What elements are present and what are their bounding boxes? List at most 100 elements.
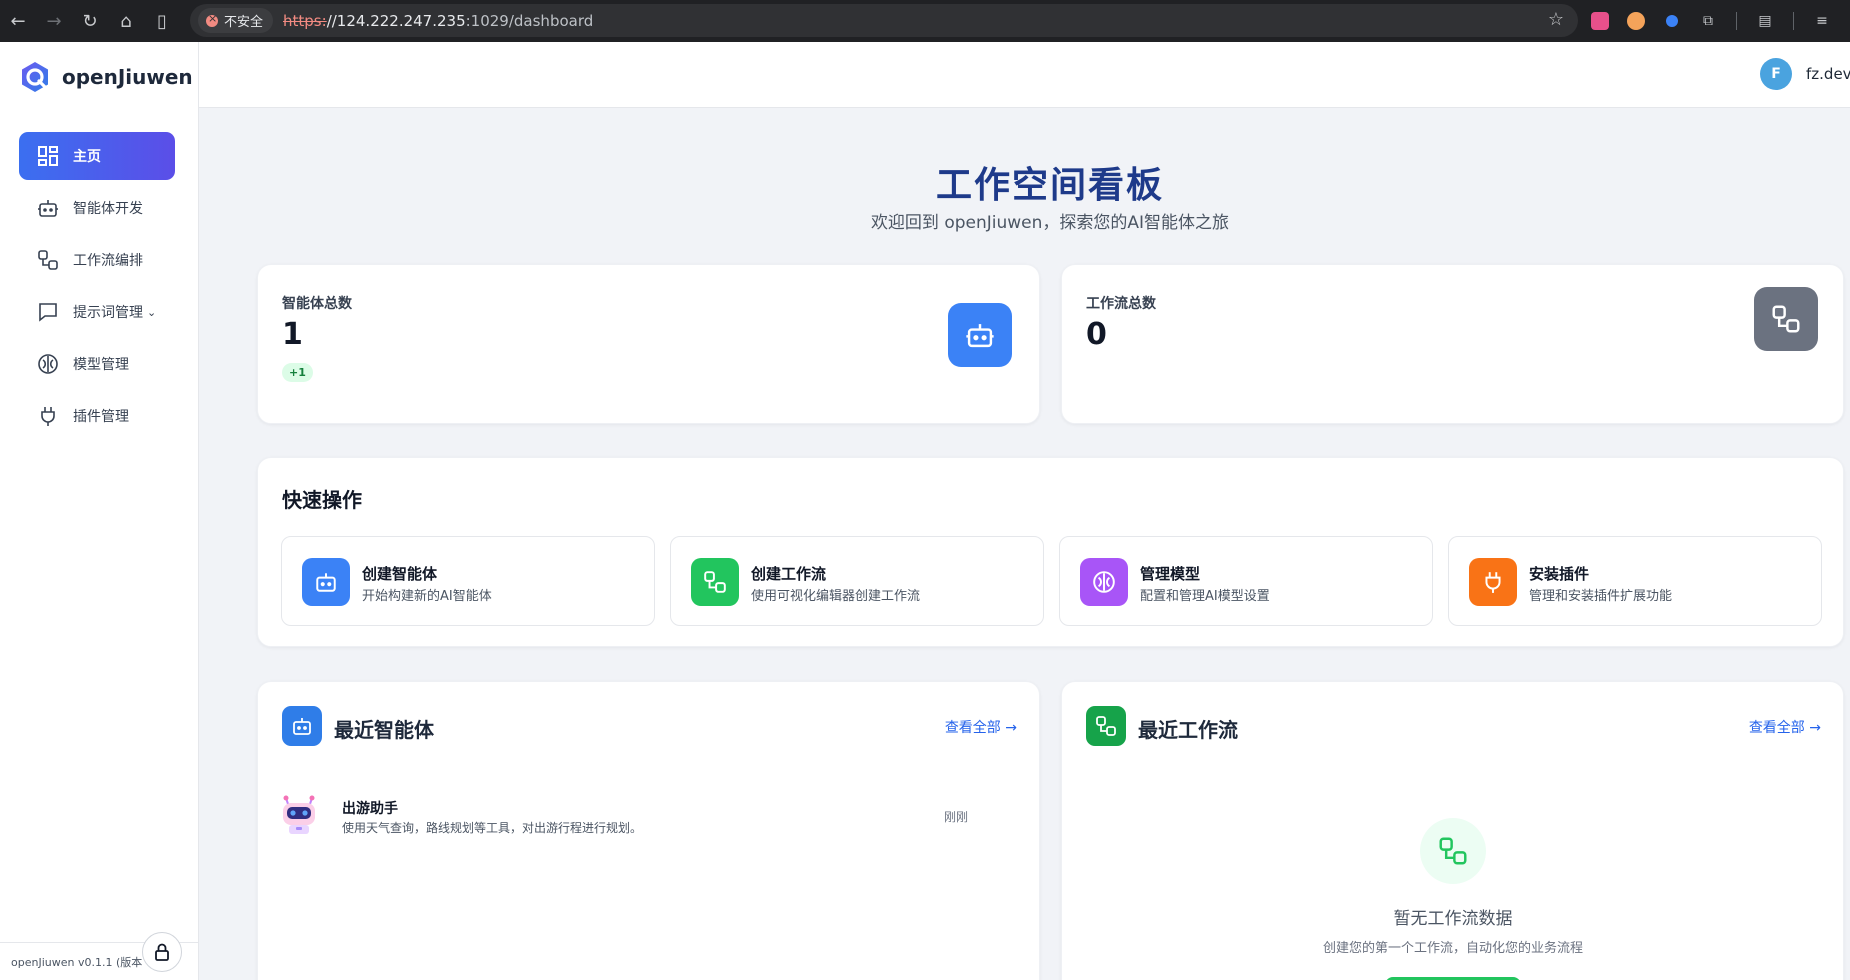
sidebar-item-models[interactable]: 模型管理 [19,340,175,388]
agent-description: 使用天气查询，路线规划等工具，对出游行程进行规划。 [342,821,643,835]
plug-icon [1469,558,1517,606]
openjiuwen-logo-icon [22,62,48,92]
install-plugin-action[interactable]: 安装插件 管理和安装插件扩展功能 [1448,536,1822,626]
section-title: 快速操作 [282,488,362,512]
reload-icon[interactable]: ↻ [72,3,108,39]
message-icon [35,299,61,325]
action-title: 安装插件 [1529,565,1590,583]
username[interactable]: fz.dev [1806,65,1850,83]
bookmark-star-icon[interactable]: ☆ [1548,9,1564,30]
sidebar-item-prompts[interactable]: 提示词管理 ⌄ [19,288,175,336]
sidebar-item-home[interactable]: 主页 [19,132,175,180]
workflow-icon [691,558,739,606]
menu-icon[interactable]: ≡ [1808,7,1836,35]
view-all-workflows-link[interactable]: 查看全部 → [1749,717,1821,737]
sidebar-item-label: 模型管理 [73,357,129,373]
fox-extension-icon[interactable] [1622,7,1650,35]
action-title: 创建工作流 [751,565,827,583]
reading-list-icon[interactable]: ▤ [1751,7,1779,35]
stat-value: 1 [282,317,303,352]
page-title: 工作空间看板 [935,165,1164,206]
robot-icon [302,558,350,606]
robot-icon [35,195,61,221]
url-path: :1029/dashboard [465,11,594,30]
lock-button[interactable] [142,932,182,972]
sidebar-item-agent-dev[interactable]: 智能体开发 [19,184,175,232]
agent-count-card: 智能体总数 1 +1 [257,264,1040,424]
split-view-icon[interactable]: ▯ [144,3,180,39]
version-text: openJiuwen v0.1.1 (版本 [11,955,143,969]
extensions-area: ⧉ ▤ ≡ [1586,0,1836,42]
back-arrow-icon[interactable]: ← [0,3,36,39]
create-agent-action[interactable]: 创建智能体 开始构建新的AI智能体 [281,536,655,626]
manage-models-action[interactable]: 管理模型 配置和管理AI模型设置 [1059,536,1433,626]
toolbar-divider [1736,12,1737,30]
sidebar-item-label: 工作流编排 [73,253,143,269]
action-description: 管理和安装插件扩展功能 [1529,589,1673,604]
page-subtitle: 欢迎回到 openJiuwen，探索您的AI智能体之旅 [870,213,1230,233]
workflow-count-card: 工作流总数 0 [1061,264,1844,424]
url-host: //124.222.247.235 [326,11,466,30]
agent-name: 出游助手 [342,801,398,817]
quick-actions-card: 快速操作 创建智能体 开始构建新的AI智能体 创建工作流 使用可视化编辑器创建工… [257,457,1844,647]
sidebar-item-label: 智能体开发 [73,201,143,217]
forward-arrow-icon[interactable]: → [36,3,72,39]
stat-value: 0 [1086,317,1107,352]
action-description: 配置和管理AI模型设置 [1140,589,1270,604]
browser-toolbar: ← → ↻ ⌂ ▯ 不安全 https://124.222.247.235:10… [0,0,1850,42]
workflow-icon [35,247,61,273]
create-workflow-action[interactable]: 创建工作流 使用可视化编辑器创建工作流 [670,536,1044,626]
workflow-icon [1420,818,1486,884]
recent-workflows-card: 最近工作流 查看全部 → 暂无工作流数据 创建您的第一个工作流，自动化您的业务流… [1061,681,1844,980]
sidebar-item-plugins[interactable]: 插件管理 [19,392,175,440]
action-title: 管理模型 [1140,565,1201,583]
brain-icon [35,351,61,377]
translate-extension-icon[interactable] [1586,7,1614,35]
section-title: 最近工作流 [1138,718,1238,742]
robot-avatar-icon [283,795,315,834]
sidebar-item-label: 主页 [73,149,101,165]
home-icon[interactable]: ⌂ [108,3,144,39]
avatar[interactable]: F [1760,58,1792,90]
workflow-icon [1754,287,1818,351]
list-item[interactable]: 出游助手 使用天气查询，路线规划等工具，对出游行程进行规划。 刚刚 [258,782,992,848]
sidebar-nav: 主页 智能体开发 工作流编排 提示词管理 ⌄ 模型管理 插件管理 [19,132,175,444]
toolbar-divider [1793,12,1794,30]
view-all-agents-link[interactable]: 查看全部 → [945,717,1017,737]
main-content: 工作空间看板 欢迎回到 openJiuwen，探索您的AI智能体之旅 智能体总数… [199,108,1850,980]
empty-state-description: 创建您的第一个工作流，自动化您的业务流程 [1322,941,1583,956]
brand-name: openJiuwen [62,65,193,89]
url-text[interactable]: https://124.222.247.235:1029/dashboard [283,12,593,30]
security-indicator[interactable]: 不安全 [198,8,274,33]
user-menu[interactable]: F fz.dev [1760,58,1850,90]
action-description: 开始构建新的AI智能体 [362,589,492,604]
lock-icon [155,943,169,961]
empty-state-title: 暂无工作流数据 [1393,909,1513,929]
brand[interactable]: openJiuwen [18,60,193,94]
puzzle-extensions-icon[interactable]: ⧉ [1694,7,1722,35]
plug-icon [35,403,61,429]
agent-timestamp: 刚刚 [943,810,968,824]
sidebar-item-label: 提示词管理 [73,305,143,321]
workflow-icon [1086,706,1126,746]
chevron-down-icon[interactable]: ⌄ [147,306,156,319]
recent-agents-card: 最近智能体 查看全部 → 出游助手 使用天气查询，路线规划等工具，对出游行程进行… [257,681,1040,980]
sidebar-item-workflow[interactable]: 工作流编排 [19,236,175,284]
action-title: 创建智能体 [362,565,438,583]
warning-icon [206,12,218,27]
sidebar-item-label: 插件管理 [73,409,129,425]
section-title: 最近智能体 [334,718,434,742]
robot-icon [948,303,1012,367]
sidebar: openJiuwen 主页 智能体开发 工作流编排 提示词管理 ⌄ 模型管理 插… [0,42,199,980]
address-bar[interactable]: 不安全 https://124.222.247.235:1029/dashboa… [190,4,1578,37]
stat-label: 工作流总数 [1086,296,1156,312]
blue-dot-extension-icon[interactable] [1658,7,1686,35]
stat-change-badge: +1 [282,363,313,382]
dashboard-icon [35,143,61,169]
action-description: 使用可视化编辑器创建工作流 [751,589,921,604]
robot-icon [282,706,322,746]
brain-icon [1080,558,1128,606]
security-label: 不安全 [224,15,264,30]
top-bar: F fz.dev [199,42,1850,108]
stat-label: 智能体总数 [282,296,352,312]
